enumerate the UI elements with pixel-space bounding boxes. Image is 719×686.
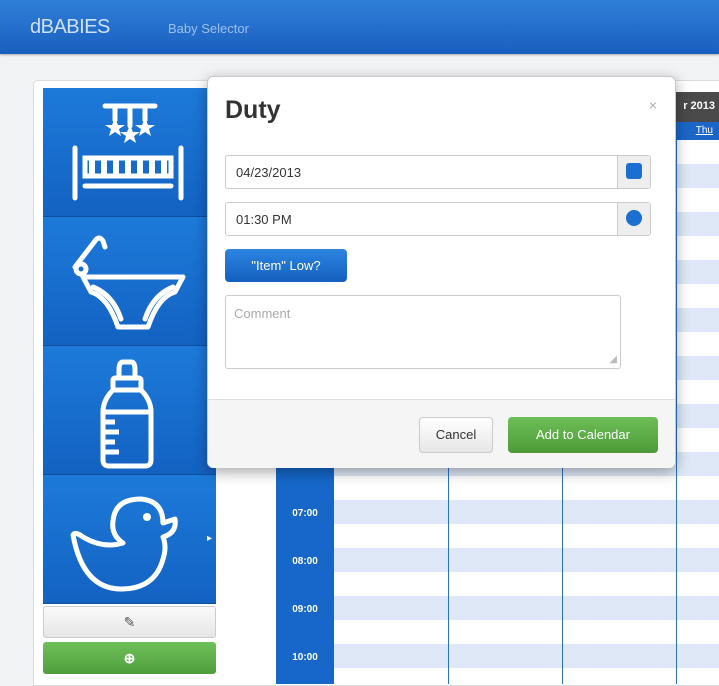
date-field[interactable]: 04/23/2013: [225, 155, 651, 189]
brand-logo[interactable]: dBABIES: [30, 16, 110, 39]
close-icon[interactable]: ×: [649, 97, 657, 113]
crib-icon: [72, 103, 184, 201]
time-label: 10:00: [292, 652, 318, 663]
wrench-icon: ✎: [123, 614, 136, 630]
top-navbar: dBABIES Baby Selector: [0, 0, 719, 54]
modal-title: Duty: [225, 96, 281, 124]
sidebar: ▸ ✎ ⊕: [43, 88, 216, 674]
diaper-tile[interactable]: [43, 217, 216, 346]
nav-link-baby-selector[interactable]: Baby Selector: [168, 21, 249, 36]
time-value: 01:30 PM: [236, 212, 292, 227]
day-thu[interactable]: Thu: [696, 125, 713, 136]
tile-chevron-icon: ▸: [206, 533, 212, 544]
calendar-title: r 2013: [683, 100, 715, 112]
time-field[interactable]: 01:30 PM: [225, 202, 651, 236]
bottle-icon: [100, 359, 154, 469]
comment-placeholder: Comment: [234, 306, 291, 321]
add-to-calendar-button[interactable]: Add to Calendar: [508, 417, 658, 453]
plus-circle-icon: ⊕: [123, 650, 136, 666]
resize-grip-icon[interactable]: ◢: [609, 354, 617, 365]
time-label: 09:00: [292, 604, 318, 615]
time-label: 08:00: [292, 556, 318, 567]
cancel-button[interactable]: Cancel: [419, 417, 493, 453]
comment-textarea[interactable]: Comment ◢: [225, 295, 621, 369]
duty-modal: Duty × 04/23/2013 01:30 PM "Item" Low? C…: [207, 76, 676, 468]
time-picker-button[interactable]: [617, 203, 650, 235]
time-label: 07:00: [292, 508, 318, 519]
add-baby-button[interactable]: ⊕: [43, 642, 216, 674]
diaper-icon: [72, 235, 186, 330]
date-value: 04/23/2013: [236, 165, 302, 180]
settings-button[interactable]: ✎: [43, 606, 216, 638]
duck-tile[interactable]: ▸: [43, 475, 216, 604]
crib-tile[interactable]: [43, 88, 216, 217]
bottle-tile[interactable]: [43, 346, 216, 475]
item-low-button[interactable]: "Item" Low?: [225, 249, 347, 282]
calendar-picker-button[interactable]: [617, 156, 650, 188]
calendar-icon: [626, 163, 642, 179]
day-divider: [676, 140, 677, 684]
duck-icon: [70, 496, 178, 592]
clock-icon: [626, 210, 642, 226]
